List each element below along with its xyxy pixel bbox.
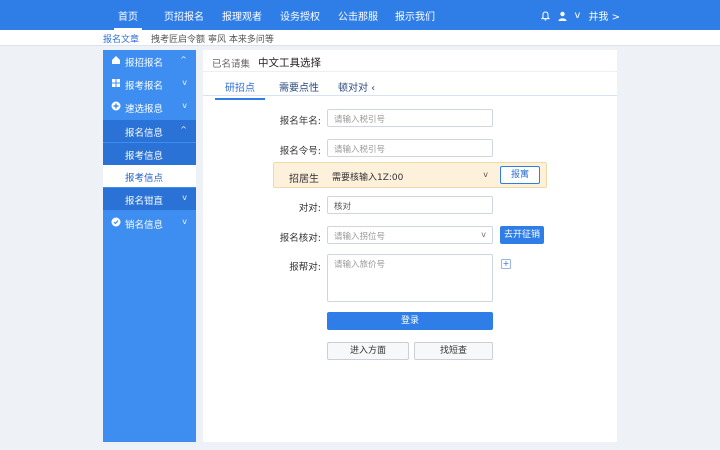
year-label: 报名年名:	[279, 116, 321, 127]
nav-item-6[interactable]: 报示我们	[395, 8, 435, 23]
chevron-down-icon: v	[481, 230, 486, 239]
sidebar-subitem-1[interactable]: 报考信息	[103, 143, 196, 165]
highlight-select-value: 需要核输入1Z:00	[332, 173, 404, 183]
sidebar-item-5[interactable]: 销名信息 v	[103, 212, 196, 234]
add-icon[interactable]: +	[501, 259, 511, 269]
tab-1[interactable]: 研招点	[215, 79, 265, 100]
sidebar-subitem-2[interactable]: 报考信点	[103, 165, 196, 187]
open-button[interactable]: 去开征销	[500, 226, 544, 244]
user-icon[interactable]	[558, 11, 567, 21]
sidebar-subitem-3[interactable]: 报名钳直 v	[103, 188, 196, 210]
chevron-down-icon: v	[483, 170, 488, 179]
sub-header: 报名文章 拽考匠启令额 寧风 本来多问等	[0, 30, 720, 46]
verify-select[interactable]: 请输入拐位号 v	[327, 226, 493, 244]
chevron-down-icon[interactable]: v	[575, 10, 581, 21]
panel-hint: 已名请集	[212, 59, 251, 70]
nav-item-5[interactable]: 公击那服	[338, 8, 378, 23]
bell-icon[interactable]	[540, 10, 550, 21]
nav-item-2[interactable]: 页招报名	[164, 8, 204, 23]
highlight-label: 招居生	[289, 174, 319, 185]
sidebar-item-2[interactable]: 报考报名 v	[103, 73, 196, 95]
grid-icon	[112, 79, 120, 87]
enter-button[interactable]: 进入方面	[327, 342, 409, 360]
notes-textarea[interactable]: 请输入旅价号	[327, 254, 493, 302]
tab-2[interactable]: 需要点性	[279, 79, 319, 94]
check-input[interactable]: 核对	[327, 196, 493, 214]
page-title: 中文工具选择	[258, 57, 321, 69]
sidebar-item-4[interactable]: 报名信息 ^	[103, 120, 196, 142]
tab-bar: 研招点 需要点性 顿对对 ‹	[203, 74, 617, 100]
check-label: 对对:	[298, 203, 321, 214]
verify-label: 报名核对:	[279, 233, 321, 244]
sidebar-item-3[interactable]: 速选报息 v	[103, 96, 196, 118]
sidebar-item-label: 销名信息	[125, 220, 164, 231]
highlight-select[interactable]: 需要核输入1Z:00 v	[326, 167, 494, 185]
sidebar-item-label: 报考信点	[125, 173, 164, 184]
chevron-up-icon: ^	[180, 125, 187, 134]
chevron-up-icon: ^	[180, 55, 187, 64]
sidebar-item-label: 报名钳直	[125, 196, 164, 207]
nav-item-4[interactable]: 设务授权	[280, 8, 320, 23]
verify-select-placeholder: 请输入拐位号	[334, 232, 386, 242]
sidebar-item-1[interactable]: 报招报名 ^	[103, 50, 196, 72]
nav-item-3[interactable]: 报理观者	[222, 8, 262, 23]
sidebar-item-label: 报考信息	[125, 151, 164, 162]
sidebar-item-label: 报名信息	[125, 128, 164, 139]
chevron-down-icon: v	[182, 193, 187, 202]
tab-3[interactable]: 顿对对 ‹	[338, 79, 375, 94]
number-label: 报名令号:	[279, 146, 321, 157]
chevron-down-icon: v	[182, 78, 187, 87]
crumb-1[interactable]: 报名文章	[103, 32, 139, 45]
chevron-down-icon: v	[182, 101, 187, 110]
chevron-down-icon: v	[182, 217, 187, 226]
notes-label: 报帮对:	[289, 262, 321, 273]
sidebar-item-label: 报招报名	[125, 58, 164, 69]
plus-circle-icon	[111, 101, 121, 111]
crumb-3[interactable]: 寧风 本来多问等	[208, 32, 274, 45]
badge-icon	[111, 217, 121, 227]
sidebar-item-label: 报考报名	[125, 81, 164, 92]
year-input[interactable]: 请输入税引号	[327, 109, 493, 127]
nav-right: v 井我 >	[540, 8, 620, 23]
top-nav: 首页 页招报名 报理观者 设务授权 公击那服 报示我们 v 井我 >	[0, 0, 720, 30]
panel-header: 已名请集 中文工具选择	[203, 50, 617, 72]
number-input[interactable]: 请输入税引号	[327, 139, 493, 157]
sidebar: 报招报名 ^ 报考报名 v 速选报息 v 报名信息 ^ 报考信息 报考信点 报名…	[103, 50, 196, 442]
user-menu-label[interactable]: 井我 >	[588, 8, 620, 23]
query-button[interactable]: 找短查	[414, 342, 493, 360]
crumb-2[interactable]: 拽考匠启令额	[151, 32, 205, 45]
report-button[interactable]: 报寓	[500, 166, 540, 184]
nav-item-home[interactable]: 首页	[114, 8, 142, 30]
sidebar-item-label: 速选报息	[125, 104, 164, 115]
home-icon	[112, 56, 120, 64]
login-button[interactable]: 登录	[327, 312, 493, 330]
main-panel: 已名请集 中文工具选择 研招点 需要点性 顿对对 ‹ 报名年名: 请输入税引号 …	[203, 50, 617, 442]
